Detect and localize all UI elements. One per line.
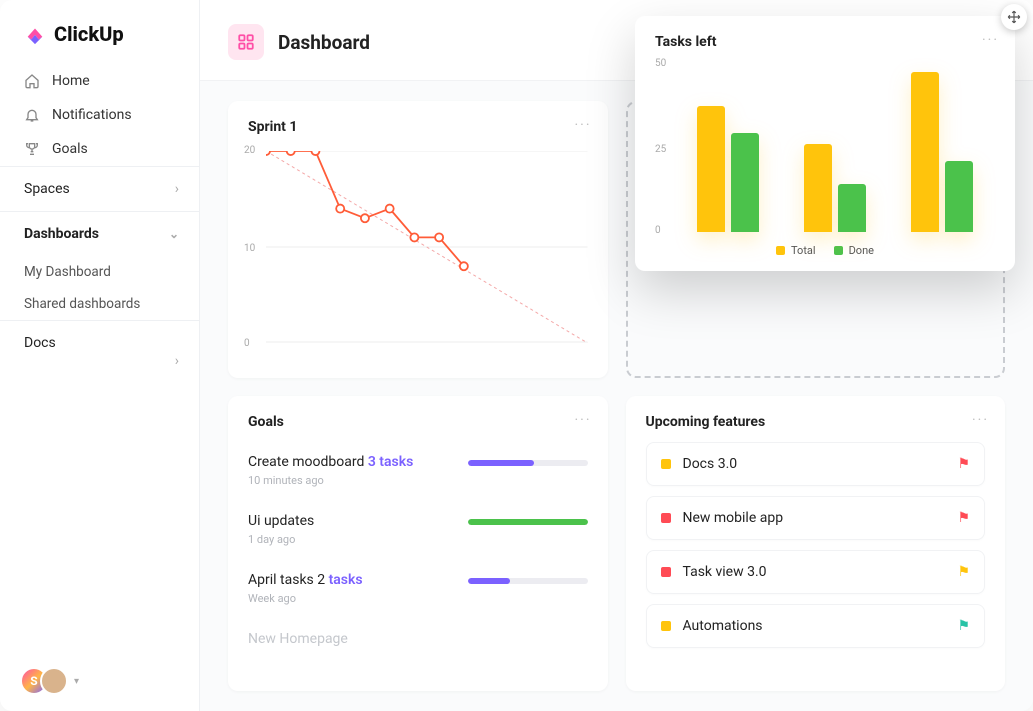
avatar[interactable] xyxy=(40,667,68,695)
goal-item[interactable]: New Homepage xyxy=(248,619,588,661)
feature-label: New mobile app xyxy=(683,510,784,526)
brand-name: ClickUp xyxy=(54,22,124,46)
legend-total: Total xyxy=(776,244,816,257)
app-window: ClickUp Home Notifications Goals xyxy=(0,0,1033,711)
sidebar-section-spaces[interactable]: Spaces › xyxy=(0,166,199,211)
trophy-icon xyxy=(24,141,40,157)
goal-subtitle: Week ago xyxy=(248,592,363,605)
card-menu-icon[interactable]: ··· xyxy=(982,32,999,48)
card-menu-icon[interactable]: ··· xyxy=(575,117,592,133)
card-upcoming: Upcoming features ··· Docs 3.0 ⚑New mobi… xyxy=(626,396,1006,692)
status-square-icon xyxy=(661,567,671,577)
nav-label: Home xyxy=(52,73,90,89)
bar xyxy=(804,144,832,232)
feature-item[interactable]: Docs 3.0 ⚑ xyxy=(646,442,986,486)
goal-subtitle: 10 minutes ago xyxy=(248,474,413,487)
nav-home[interactable]: Home xyxy=(0,64,199,98)
y-tick: 20 xyxy=(244,145,255,156)
chevron-right-icon: › xyxy=(175,353,179,369)
clickup-logo-icon xyxy=(24,23,46,45)
goal-title: New Homepage xyxy=(248,631,348,647)
bar xyxy=(911,72,939,232)
y-tick: 50 xyxy=(655,58,666,69)
primary-nav: Home Notifications Goals xyxy=(0,64,199,166)
progress-bar xyxy=(468,460,588,466)
status-square-icon xyxy=(661,459,671,469)
card-title: Tasks left xyxy=(655,34,995,50)
sidebar-item-shared-dashboards[interactable]: Shared dashboards xyxy=(0,288,199,320)
y-tick: 10 xyxy=(244,243,255,254)
goal-item[interactable]: April tasks 2 tasks Week ago xyxy=(248,560,588,619)
y-tick: 25 xyxy=(655,144,666,155)
home-icon xyxy=(24,73,40,89)
user-avatars[interactable]: S ▾ xyxy=(0,651,199,711)
flag-icon[interactable]: ⚑ xyxy=(957,510,970,526)
goal-title: April tasks 2 tasks xyxy=(248,572,363,588)
card-sprint: Sprint 1 ··· 20 10 0 xyxy=(228,101,608,378)
progress-bar xyxy=(468,578,588,584)
progress-bar xyxy=(468,519,588,525)
page-title: Dashboard xyxy=(278,31,370,54)
feature-label: Automations xyxy=(683,618,763,634)
status-square-icon xyxy=(661,621,671,631)
goal-item[interactable]: Create moodboard 3 tasks 10 minutes ago xyxy=(248,442,588,501)
feature-item[interactable]: Task view 3.0 ⚑ xyxy=(646,550,986,594)
tasks-left-bar-chart: 50 25 0 xyxy=(655,62,995,232)
bell-icon xyxy=(24,107,40,123)
drag-handle-icon[interactable] xyxy=(1001,4,1027,30)
goals-list: Create moodboard 3 tasks 10 minutes ago … xyxy=(248,442,588,661)
card-title: Upcoming features xyxy=(646,414,986,430)
sidebar-section-dashboards[interactable]: Dashboards ⌄ xyxy=(0,211,199,256)
brand-logo[interactable]: ClickUp xyxy=(0,0,199,64)
feature-label: Docs 3.0 xyxy=(683,456,738,472)
goal-subtitle: 1 day ago xyxy=(248,533,314,546)
bar xyxy=(731,133,759,232)
section-label: Docs xyxy=(24,335,56,351)
goal-item[interactable]: Ui updates 1 day ago xyxy=(248,501,588,560)
goal-title: Create moodboard 3 tasks xyxy=(248,454,413,470)
y-tick: 0 xyxy=(244,338,250,349)
nav-goals[interactable]: Goals xyxy=(0,132,199,166)
bar xyxy=(697,106,725,232)
chevron-right-icon: › xyxy=(175,181,179,197)
card-title: Goals xyxy=(248,414,588,430)
feature-label: Task view 3.0 xyxy=(683,564,767,580)
flag-icon[interactable]: ⚑ xyxy=(957,564,970,580)
nav-label: Goals xyxy=(52,141,88,157)
chart-legend: Total Done xyxy=(655,244,995,257)
dashboard-icon xyxy=(228,24,264,60)
chevron-down-icon: ⌄ xyxy=(169,227,179,241)
section-label: Spaces xyxy=(24,181,70,197)
flag-icon[interactable]: ⚑ xyxy=(957,456,970,472)
card-goals: Goals ··· Create moodboard 3 tasks 10 mi… xyxy=(228,396,608,692)
card-tasks-left[interactable]: Tasks left ··· 50 25 0 Total Done xyxy=(635,16,1015,271)
flag-icon[interactable]: ⚑ xyxy=(957,618,970,634)
status-square-icon xyxy=(661,513,671,523)
legend-done: Done xyxy=(834,244,874,257)
section-label: Dashboards xyxy=(24,226,99,242)
avatar-initial: S xyxy=(30,674,37,688)
goal-title: Ui updates xyxy=(248,513,314,529)
bar xyxy=(945,161,973,232)
bar xyxy=(838,184,866,232)
card-title: Sprint 1 xyxy=(248,119,588,135)
nav-notifications[interactable]: Notifications xyxy=(0,98,199,132)
feature-item[interactable]: New mobile app ⚑ xyxy=(646,496,986,540)
sidebar-section-docs[interactable]: Docs › xyxy=(0,320,199,365)
feature-item[interactable]: Automations ⚑ xyxy=(646,604,986,648)
sidebar: ClickUp Home Notifications Goals xyxy=(0,0,200,711)
sidebar-item-my-dashboard[interactable]: My Dashboard xyxy=(0,256,199,288)
card-menu-icon[interactable]: ··· xyxy=(575,412,592,428)
chevron-down-icon[interactable]: ▾ xyxy=(74,676,79,687)
y-tick: 0 xyxy=(655,225,661,236)
nav-label: Notifications xyxy=(52,107,132,123)
sprint-burndown-chart: 20 10 0 xyxy=(248,147,588,347)
card-menu-icon[interactable]: ··· xyxy=(972,412,989,428)
feature-list: Docs 3.0 ⚑New mobile app ⚑Task view 3.0 … xyxy=(646,442,986,648)
